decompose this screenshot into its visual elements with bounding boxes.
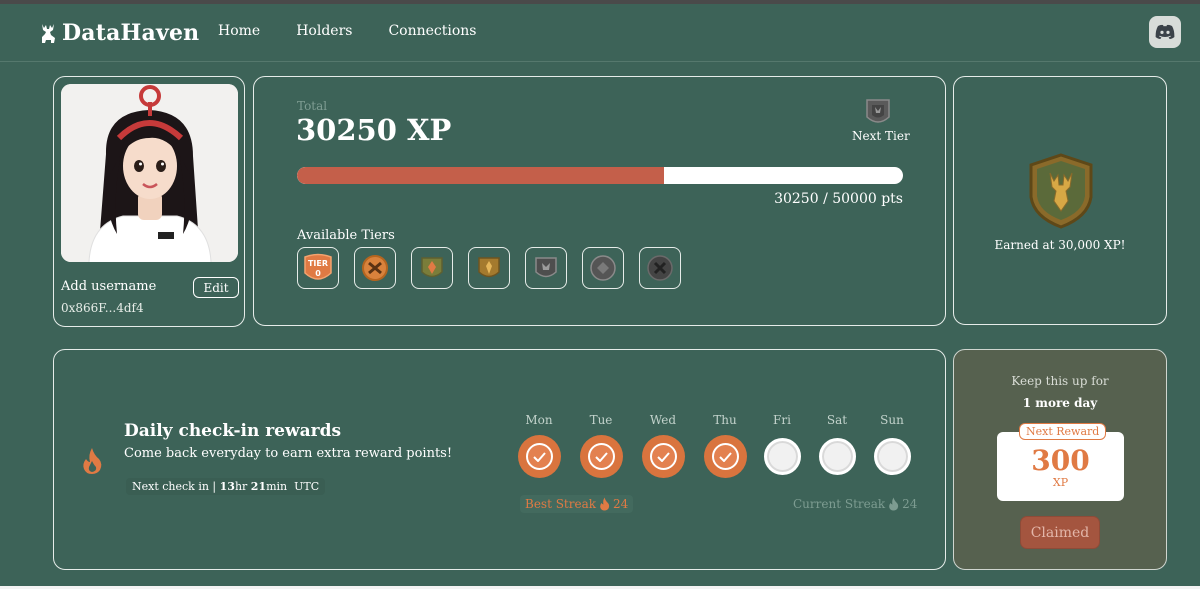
next-checkin-tz: UTC xyxy=(294,480,320,493)
earned-badge-card: Earned at 30,000 XP! xyxy=(953,76,1167,325)
next-tier-badge-icon xyxy=(866,99,890,123)
day-label: Thu xyxy=(713,413,737,427)
day-wed: Wed xyxy=(640,413,686,478)
day-mon: Mon xyxy=(516,413,562,478)
brand-name: DataHaven xyxy=(62,20,200,46)
tier-6[interactable] xyxy=(639,247,681,289)
day-checked xyxy=(517,435,561,478)
tier-4[interactable] xyxy=(525,247,567,289)
tier-6-badge-icon xyxy=(647,255,673,281)
day-label: Mon xyxy=(525,413,553,427)
tier-0[interactable]: TIER 0 xyxy=(297,247,339,289)
tier-2[interactable] xyxy=(411,247,453,289)
tier-0-badge-icon: TIER 0 xyxy=(304,253,332,280)
claimed-button[interactable]: Claimed xyxy=(1020,516,1100,549)
deer-logo-icon xyxy=(42,24,55,43)
weekday-list: Mon Tue Wed Thu Fri Sat Sun xyxy=(516,413,912,478)
day-fri: Fri xyxy=(762,413,802,478)
best-streak-value: 24 xyxy=(613,497,629,511)
xp-value: 30250 XP xyxy=(296,113,452,147)
tier-4-badge-icon xyxy=(535,257,557,278)
tier-3[interactable] xyxy=(468,247,510,289)
next-checkin-hr-unit: hr xyxy=(234,480,251,493)
current-streak-value: 24 xyxy=(902,497,918,511)
keep-it-up-text: Keep this up for xyxy=(1011,374,1109,388)
deer-shield-badge-icon xyxy=(1029,153,1093,229)
fire-icon xyxy=(600,497,610,511)
day-label: Tue xyxy=(589,413,613,427)
top-navbar: DataHaven Home Holders Connections xyxy=(0,4,1200,62)
tier-1-badge-icon xyxy=(362,255,388,281)
nav-connections[interactable]: Connections xyxy=(388,23,476,39)
next-checkin-timer: Next check in | 13hr 21min UTC xyxy=(126,478,326,495)
reward-unit: XP xyxy=(1052,476,1069,489)
xp-card: Total 30250 XP Next Tier 30250 / 50000 p… xyxy=(253,76,946,326)
profile-card: Add username Edit 0x866F...4df4 xyxy=(53,76,245,327)
tier-3-badge-icon xyxy=(478,257,500,278)
best-streak-label: Best Streak xyxy=(525,497,597,511)
checkin-title: Daily check-in rewards xyxy=(124,421,342,441)
check-icon xyxy=(594,451,608,462)
reward-amount: 300 xyxy=(1031,444,1090,477)
tier-0-text-bottom: 0 xyxy=(315,269,321,278)
tier-0-text-top: TIER xyxy=(308,259,328,268)
available-tiers-label: Available Tiers xyxy=(297,228,395,243)
next-checkin-hours: 13 xyxy=(219,480,235,493)
current-streak: Current Streak 24 xyxy=(793,497,917,511)
logo[interactable]: DataHaven xyxy=(38,20,199,46)
next-reward-card: Keep this up for 1 more day Next Reward … xyxy=(953,349,1167,570)
day-checked xyxy=(641,435,685,478)
day-thu: Thu xyxy=(702,413,748,478)
username: Add username xyxy=(61,279,157,294)
checkin-subtitle: Come back everyday to earn extra reward … xyxy=(124,446,453,461)
xp-total-label: Total xyxy=(297,99,328,113)
xp-progress-bar xyxy=(297,167,903,184)
day-unchecked xyxy=(763,438,801,475)
check-icon xyxy=(532,451,546,462)
tier-5-badge-icon xyxy=(590,255,616,281)
day-label: Wed xyxy=(649,413,677,427)
nav-holders[interactable]: Holders xyxy=(296,23,352,39)
check-icon xyxy=(656,451,670,462)
xp-points-text: 30250 / 50000 pts xyxy=(774,191,903,207)
next-reward-tag: Next Reward xyxy=(1019,423,1107,440)
tier-list: TIER 0 xyxy=(297,247,681,289)
day-label: Fri xyxy=(773,413,791,427)
nav-links: Home Holders Connections xyxy=(218,23,477,39)
nav-home[interactable]: Home xyxy=(218,23,260,39)
day-unchecked xyxy=(873,438,911,475)
avatar-illustration xyxy=(61,84,238,262)
edit-username-button[interactable]: Edit xyxy=(193,277,239,298)
next-checkin-prefix: Next check in | xyxy=(132,480,220,493)
day-sun: Sun xyxy=(872,413,912,478)
wallet-address: 0x866F...4df4 xyxy=(61,301,144,315)
day-label: Sun xyxy=(880,413,904,427)
day-unchecked xyxy=(818,438,856,475)
tier-5[interactable] xyxy=(582,247,624,289)
current-streak-label: Current Streak xyxy=(793,497,886,511)
discord-button[interactable] xyxy=(1149,16,1181,48)
day-tue: Tue xyxy=(578,413,624,478)
fire-icon xyxy=(83,448,102,474)
fire-icon xyxy=(889,497,899,511)
reward-box: Next Reward 300 XP xyxy=(997,423,1124,501)
next-tier: Next Tier xyxy=(852,97,910,143)
avatar xyxy=(61,84,238,262)
earned-text: Earned at 30,000 XP! xyxy=(994,238,1126,252)
remaining-days-text: 1 more day xyxy=(1022,396,1098,410)
daily-checkin-card: Daily check-in rewards Come back everyda… xyxy=(53,349,946,570)
day-checked xyxy=(579,435,623,478)
xp-progress-fill xyxy=(297,167,664,184)
discord-icon xyxy=(1155,24,1175,39)
tier-2-badge-icon xyxy=(421,257,443,278)
check-icon xyxy=(718,451,732,462)
day-sat: Sat xyxy=(817,413,857,478)
tier-1[interactable] xyxy=(354,247,396,289)
next-tier-label: Next Tier xyxy=(852,129,910,143)
next-checkin-min-unit: min xyxy=(266,480,288,493)
best-streak: Best Streak 24 xyxy=(520,495,634,513)
next-checkin-minutes: 21 xyxy=(250,480,267,493)
day-checked xyxy=(703,435,747,478)
day-label: Sat xyxy=(826,413,848,427)
